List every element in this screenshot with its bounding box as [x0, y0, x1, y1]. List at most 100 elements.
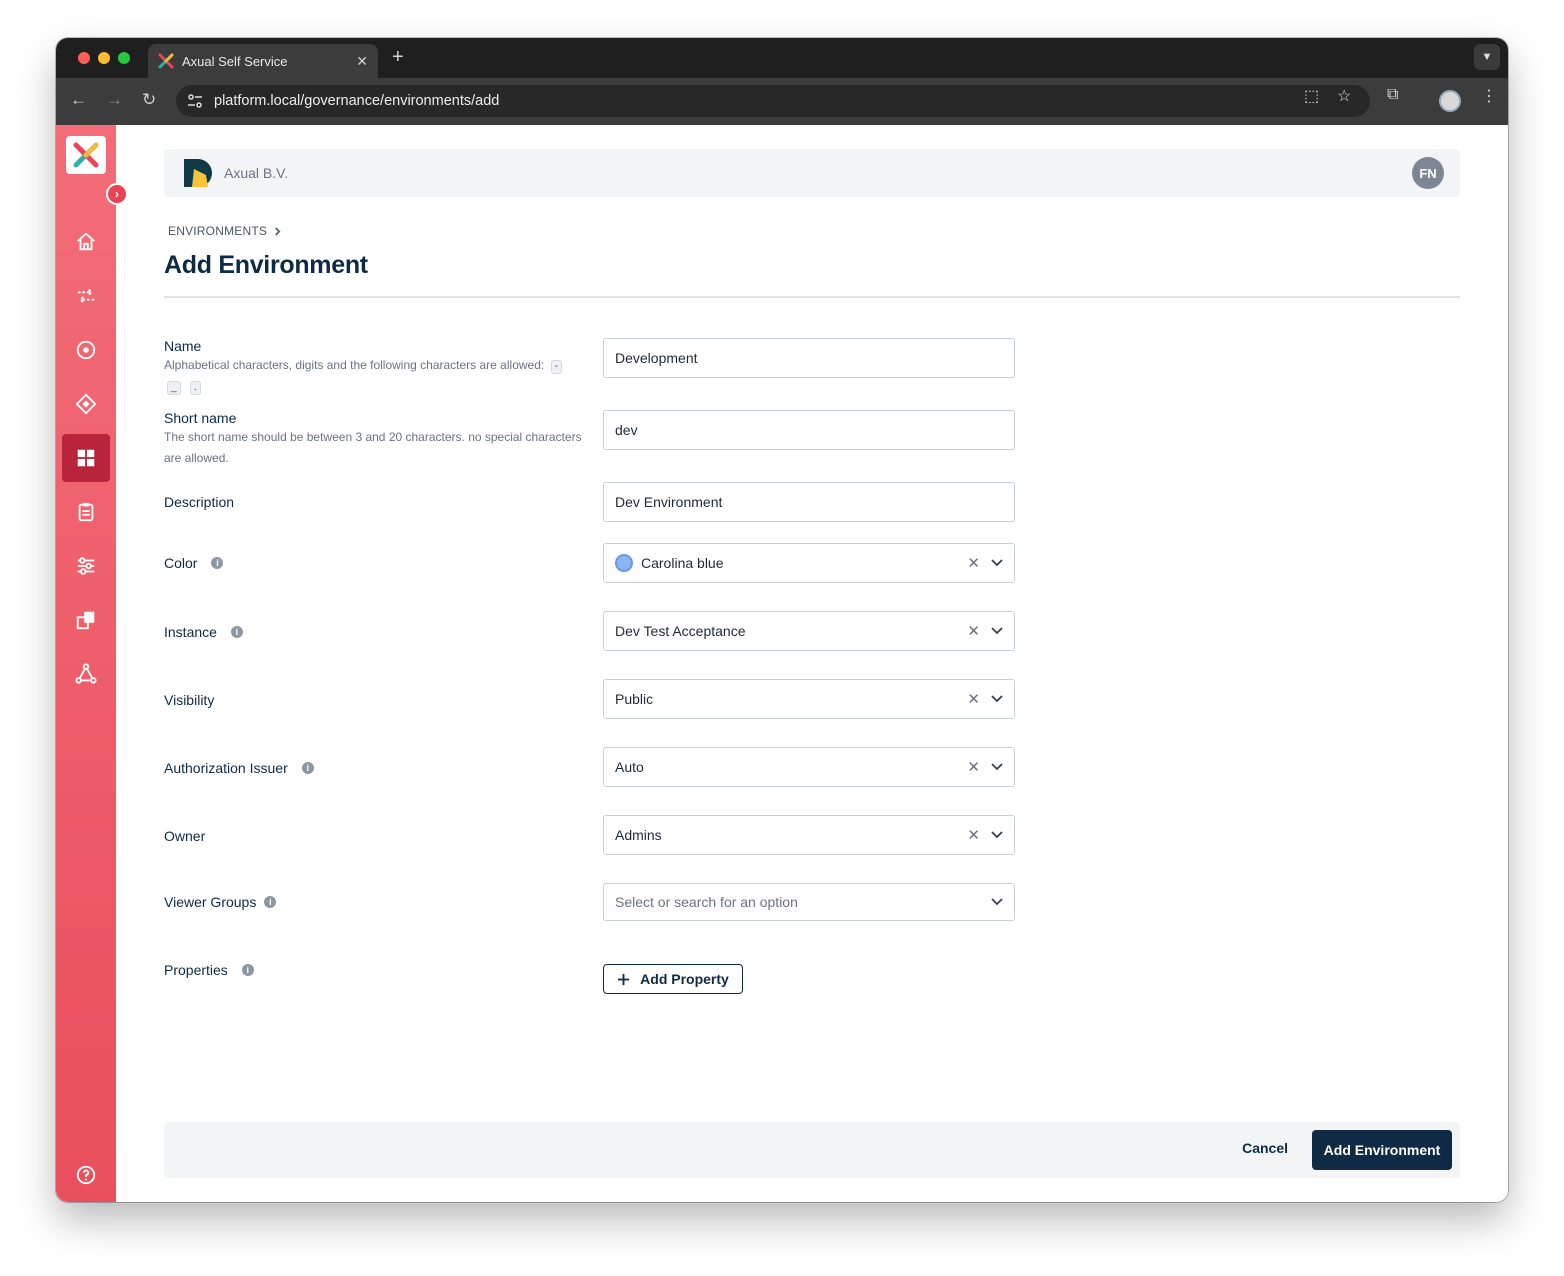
owner-value: Admins	[615, 827, 662, 843]
app-root: › Axual B.V. FN ENVIRONMENTS Add Environ…	[56, 125, 1508, 1202]
forward-icon[interactable]: →	[106, 90, 123, 110]
close-window-button[interactable]	[78, 52, 90, 64]
short-name-label: Short name	[164, 410, 236, 426]
new-tab-icon[interactable]: +	[392, 46, 404, 69]
tab-search-icon[interactable]: ▼	[1474, 44, 1500, 70]
color-info-icon[interactable]: i	[211, 557, 224, 569]
chevron-down-icon[interactable]	[990, 624, 1004, 638]
nav-schemas[interactable]	[62, 488, 110, 536]
add-property-button[interactable]: Add Property	[603, 964, 743, 994]
instance-info-icon[interactable]: i	[230, 626, 243, 638]
properties-label-text: Properties	[164, 962, 228, 978]
instance-label-text: Instance	[164, 624, 217, 640]
properties-info-icon[interactable]: i	[241, 964, 254, 976]
add-environment-button[interactable]: Add Environment	[1312, 1130, 1452, 1170]
site-info-icon[interactable]	[186, 92, 204, 110]
chevron-down-icon[interactable]	[990, 828, 1004, 842]
axual-favicon-icon	[158, 53, 174, 69]
zoom-window-button[interactable]	[118, 52, 130, 64]
cancel-button[interactable]: Cancel	[1242, 1140, 1288, 1156]
dashboard-grid-icon	[77, 449, 95, 467]
color-select[interactable]: Carolina blue ✕	[603, 543, 1015, 583]
nav-help[interactable]	[62, 1151, 110, 1199]
breadcrumb: ENVIRONMENTS	[168, 224, 282, 238]
address-bar[interactable]: platform.local/governance/environments/a…	[176, 85, 1370, 117]
copy-stack-icon	[76, 611, 95, 630]
owner-label-text: Owner	[164, 828, 206, 844]
nav-applications[interactable]	[62, 380, 110, 428]
visibility-clear-icon[interactable]: ✕	[967, 690, 980, 708]
allowed-char-underscore: _	[167, 381, 181, 395]
sidebar: ›	[56, 125, 128, 1202]
viewer-groups-placeholder: Select or search for an option	[615, 894, 798, 910]
chevron-down-icon[interactable]	[990, 895, 1004, 909]
extensions-icon[interactable]: ⧉	[1387, 86, 1398, 104]
browser-toolbar: ← → ↻ platform.local/governance/environm…	[56, 78, 1508, 125]
close-tab-icon[interactable]: ✕	[356, 53, 368, 70]
instance-select[interactable]: Dev Test Acceptance ✕	[603, 611, 1015, 651]
description-input[interactable]: Dev Environment	[603, 482, 1015, 522]
install-app-icon[interactable]: ⬚	[1304, 86, 1319, 106]
back-icon[interactable]: ←	[70, 90, 87, 110]
minimize-window-button[interactable]	[98, 52, 110, 64]
browser-menu-icon[interactable]: ⋮	[1481, 86, 1497, 106]
page-title: Add Environment	[164, 251, 368, 279]
main-content: Axual B.V. FN ENVIRONMENTS Add Environme…	[164, 125, 1460, 1202]
description-label: Description	[164, 494, 234, 510]
authorization-issuer-label-text: Authorization Issuer	[164, 760, 288, 776]
tab-strip: Axual Self Service ✕ + ▼	[56, 38, 1508, 78]
plus-icon	[618, 973, 630, 985]
authorization-issuer-label: Authorization Issuer i	[164, 760, 314, 776]
owner-select[interactable]: Admins ✕	[603, 815, 1015, 855]
reload-icon[interactable]: ↻	[142, 90, 156, 110]
nav-topology[interactable]	[62, 650, 110, 698]
nav-connectors[interactable]	[62, 596, 110, 644]
browser-tab[interactable]: Axual Self Service ✕	[148, 44, 378, 78]
authorization-issuer-select[interactable]: Auto ✕	[603, 747, 1015, 787]
name-help-text: Alphabetical characters, digits and the …	[164, 358, 545, 372]
browser-window: Axual Self Service ✕ + ▼ ← → ↻ platform.…	[56, 38, 1508, 1202]
short-name-input[interactable]: dev	[603, 410, 1015, 450]
nav-home[interactable]	[62, 218, 110, 266]
chevron-down-icon[interactable]	[990, 692, 1004, 706]
visibility-label: Visibility	[164, 692, 214, 708]
breadcrumb-environments[interactable]: ENVIRONMENTS	[168, 224, 267, 238]
user-avatar[interactable]: FN	[1412, 157, 1444, 189]
name-help: Alphabetical characters, digits and the …	[164, 355, 584, 397]
allowed-char-dash: -	[550, 360, 562, 374]
visibility-label-text: Visibility	[164, 692, 215, 708]
nav-streams[interactable]	[62, 272, 110, 320]
color-swatch	[615, 554, 633, 572]
visibility-select[interactable]: Public ✕	[603, 679, 1015, 719]
org-bar: Axual B.V. FN	[164, 149, 1460, 197]
app-logo[interactable]	[66, 136, 106, 174]
owner-clear-icon[interactable]: ✕	[967, 826, 980, 844]
org-name: Axual B.V.	[224, 165, 289, 181]
color-label: Color i	[164, 555, 224, 571]
nav-settings[interactable]	[62, 542, 110, 590]
expand-sidebar-button[interactable]: ›	[106, 183, 128, 205]
org-logo-icon	[184, 159, 212, 187]
authorization-issuer-info-icon[interactable]: i	[301, 762, 314, 774]
authorization-issuer-clear-icon[interactable]: ✕	[967, 758, 980, 776]
tab-title: Axual Self Service	[182, 53, 288, 69]
sliders-icon	[77, 557, 95, 575]
instance-clear-icon[interactable]: ✕	[967, 622, 980, 640]
network-icon	[75, 663, 97, 684]
name-input[interactable]: Development	[603, 338, 1015, 378]
viewer-groups-select[interactable]: Select or search for an option	[603, 883, 1015, 921]
nav-topics[interactable]	[62, 326, 110, 374]
diamond-icon	[75, 393, 97, 415]
name-label-text: Name	[164, 338, 202, 354]
chevron-down-icon[interactable]	[990, 556, 1004, 570]
chevron-down-icon[interactable]	[990, 760, 1004, 774]
clipboard-icon	[78, 502, 94, 522]
profile-avatar[interactable]	[1439, 90, 1461, 112]
nav-environments[interactable]	[62, 434, 110, 482]
color-label-text: Color	[164, 555, 198, 571]
viewer-groups-info-icon[interactable]: i	[264, 896, 277, 908]
url-text: platform.local/governance/environments/a…	[214, 93, 500, 109]
window-controls	[78, 52, 130, 64]
color-clear-icon[interactable]: ✕	[967, 554, 980, 572]
bookmark-star-icon[interactable]: ☆	[1337, 86, 1351, 106]
